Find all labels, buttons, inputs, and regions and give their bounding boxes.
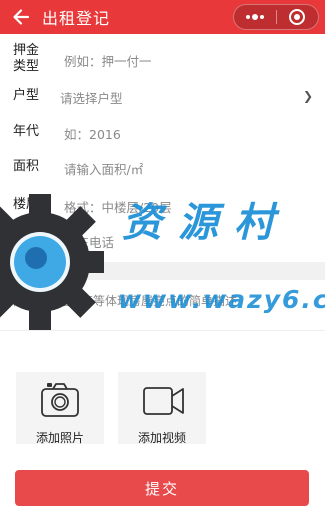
year-label: 年代 bbox=[13, 124, 40, 139]
more-dots-icon bbox=[245, 14, 264, 20]
deposit-type-input[interactable]: 例如：押一付一 bbox=[64, 51, 152, 70]
layout-label: 户型 bbox=[13, 88, 40, 103]
watermark-url: www.wazy6.c bbox=[118, 285, 325, 314]
year-input[interactable]: 如：2016 bbox=[64, 124, 121, 143]
layout-select[interactable]: 请选择户型 bbox=[60, 88, 123, 107]
watermark-text: 资源村 bbox=[122, 200, 290, 246]
add-photo-button[interactable]: 添加照片 bbox=[16, 372, 104, 445]
deposit-type-label: 押金 类型 bbox=[13, 43, 40, 74]
submit-button[interactable]: 提交 bbox=[15, 470, 309, 506]
gear-icon bbox=[0, 194, 104, 330]
add-video-button[interactable]: 添加视频 bbox=[118, 372, 206, 445]
top-bar: 出租登记 bbox=[0, 0, 325, 34]
area-label: 面积 bbox=[13, 159, 40, 174]
close-button[interactable] bbox=[276, 5, 318, 29]
page-title: 出租登记 bbox=[42, 9, 111, 28]
add-video-label: 添加视频 bbox=[137, 431, 186, 445]
back-button[interactable] bbox=[10, 6, 32, 28]
area-input[interactable]: 请输入面积/㎡ bbox=[64, 159, 143, 178]
chevron-right-icon: ❯ bbox=[302, 89, 313, 103]
layout-row[interactable]: 户型 请选择户型 ❯ bbox=[0, 86, 325, 106]
mini-program-capsule bbox=[233, 4, 319, 30]
video-camera-icon bbox=[143, 387, 184, 415]
add-photo-label: 添加照片 bbox=[35, 431, 84, 445]
year-row[interactable]: 年代 如：2016 bbox=[0, 122, 325, 142]
arrow-left-icon bbox=[13, 9, 30, 25]
record-circle-icon bbox=[289, 9, 306, 25]
more-button[interactable] bbox=[234, 5, 276, 29]
camera-icon bbox=[41, 383, 79, 417]
deposit-type-row[interactable]: 押金 类型 例如：押一付一 bbox=[0, 40, 325, 78]
area-row[interactable]: 面积 请输入面积/㎡ bbox=[0, 157, 325, 177]
